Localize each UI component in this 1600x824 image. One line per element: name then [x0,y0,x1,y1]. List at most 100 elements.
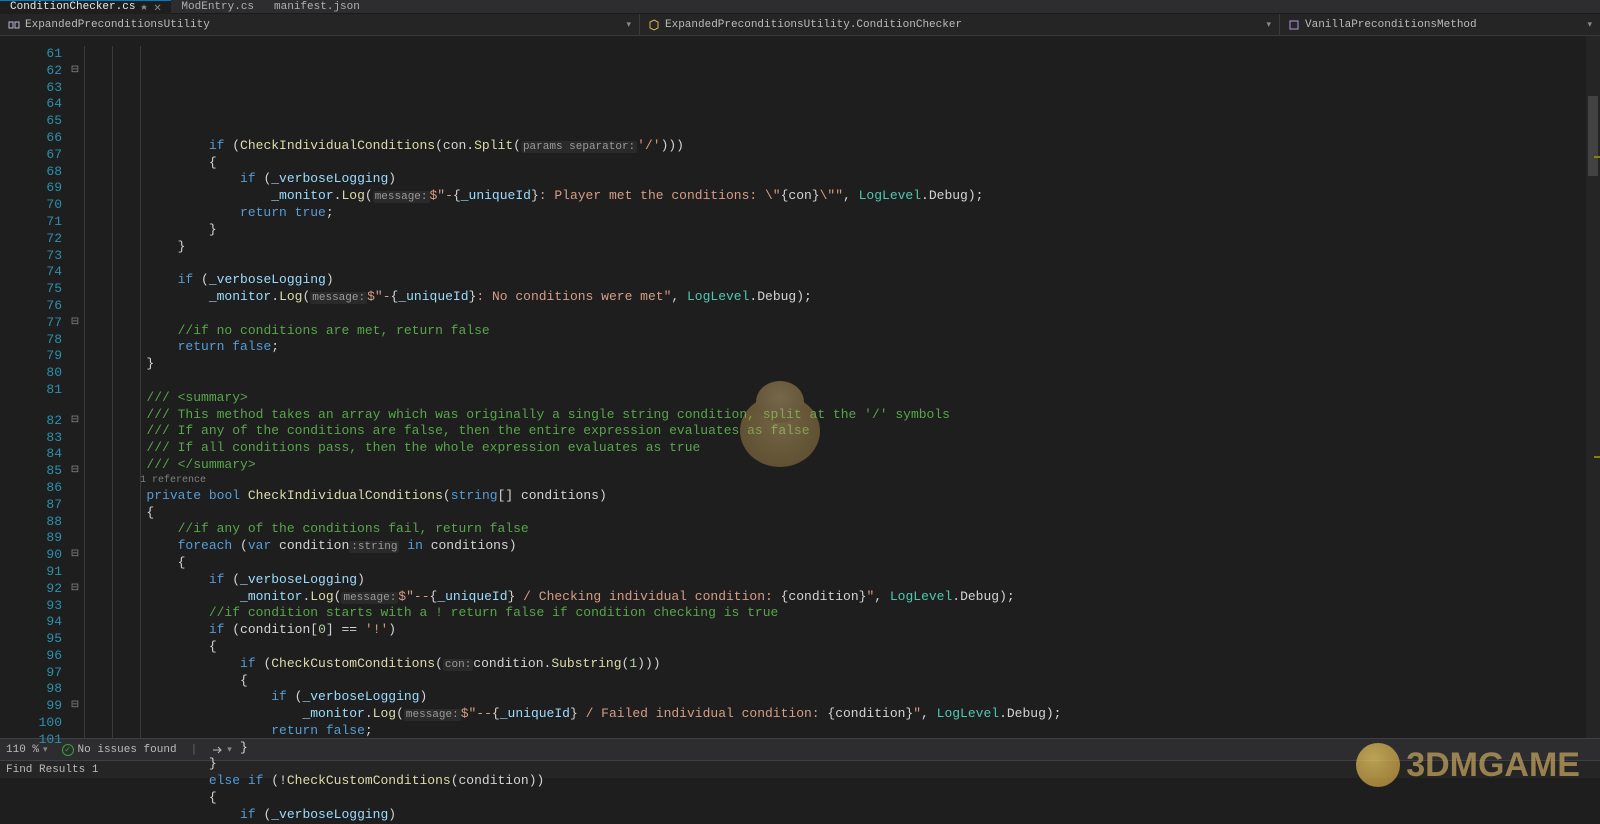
code-line[interactable]: _monitor.Log(message:$"--{_uniqueId} / F… [82,706,1600,723]
fold-toggle[interactable]: ⊟ [68,698,82,715]
line-number: 76 [0,298,68,315]
fold-toggle [68,130,82,147]
code-line[interactable]: /// </summary> [82,457,1600,474]
line-number: 68 [0,164,68,181]
line-number: 101 [0,732,68,749]
chevron-down-icon: ▾ [1266,20,1271,30]
code-line[interactable]: if (CheckCustomConditions(con:condition.… [82,656,1600,673]
fold-toggle [68,631,82,648]
code-content[interactable]: if (CheckIndividualConditions(con.Split(… [82,36,1600,738]
line-number: 63 [0,80,68,97]
editor-tabs: ConditionChecker.cs ✕ ModEntry.cs manife… [0,0,1600,14]
scroll-thumb[interactable] [1588,96,1598,176]
tab-manifest[interactable]: manifest.json [264,0,370,14]
code-line[interactable] [82,255,1600,272]
code-line[interactable] [82,373,1600,390]
fold-toggle[interactable]: ⊟ [68,413,82,430]
line-number: 93 [0,598,68,615]
code-line[interactable] [82,121,1600,138]
code-line[interactable]: /// If any of the conditions are false, … [82,423,1600,440]
code-line[interactable]: { [82,505,1600,522]
code-line[interactable]: _monitor.Log(message:$"-{_uniqueId}: Pla… [82,188,1600,205]
close-icon[interactable]: ✕ [153,3,161,11]
tab-label: manifest.json [274,0,360,14]
code-line[interactable]: //if condition starts with a ! return fa… [82,605,1600,622]
code-line[interactable]: if (CheckIndividualConditions(con.Split(… [82,138,1600,155]
code-line[interactable]: /// <summary> [82,390,1600,407]
line-number: 65 [0,113,68,130]
code-line[interactable]: //if any of the conditions fail, return … [82,521,1600,538]
breadcrumb-class[interactable]: ExpandedPreconditionsUtility.ConditionCh… [640,14,1280,35]
vertical-scrollbar[interactable] [1586,36,1600,738]
line-number: 82 [0,413,68,430]
codelens-reference[interactable]: 1 reference [82,474,1600,488]
code-line[interactable]: /// If all conditions pass, then the who… [82,440,1600,457]
fold-toggle [68,715,82,732]
line-number: 85 [0,463,68,480]
tab-conditionchecker[interactable]: ConditionChecker.cs ✕ [0,0,171,14]
breadcrumb-method[interactable]: VanillaPreconditionsMethod ▾ [1280,14,1600,35]
class-icon [648,19,660,31]
fold-toggle [68,480,82,497]
code-line[interactable]: private bool CheckIndividualConditions(s… [82,488,1600,505]
line-number: 75 [0,281,68,298]
fold-toggle [68,264,82,281]
fold-toggle [68,96,82,113]
code-editor[interactable]: 6162636465666768697071727374757677787980… [0,36,1600,738]
code-line[interactable]: { [82,555,1600,572]
fold-toggle [68,180,82,197]
fold-toggle [68,248,82,265]
tab-modentry[interactable]: ModEntry.cs [171,0,264,14]
line-number: 98 [0,681,68,698]
fold-toggle[interactable]: ⊟ [68,315,82,332]
fold-toggle [68,614,82,631]
code-line[interactable]: } [82,356,1600,373]
fold-toggle[interactable]: ⊟ [68,547,82,564]
code-line[interactable]: //if no conditions are met, return false [82,323,1600,340]
line-number: 67 [0,147,68,164]
code-line[interactable]: } [82,222,1600,239]
watermark-icon [1356,743,1400,787]
line-number: 97 [0,665,68,682]
code-line[interactable]: return true; [82,205,1600,222]
fold-toggle [68,514,82,531]
fold-toggle [68,598,82,615]
code-line[interactable]: foreach (var condition:string in conditi… [82,538,1600,555]
code-line[interactable]: if (condition[0] == '!') [82,622,1600,639]
fold-toggle[interactable]: ⊟ [68,581,82,598]
code-line[interactable]: _monitor.Log(message:$"--{_uniqueId} / C… [82,589,1600,606]
line-number: 77 [0,315,68,332]
fold-toggle[interactable]: ⊟ [68,463,82,480]
code-line[interactable]: { [82,155,1600,172]
fold-toggle [68,665,82,682]
fold-toggle [68,365,82,382]
code-line[interactable]: if (_verboseLogging) [82,572,1600,589]
code-line[interactable]: if (_verboseLogging) [82,689,1600,706]
code-line[interactable]: { [82,790,1600,807]
fold-toggle[interactable]: ⊟ [68,63,82,80]
line-number: 96 [0,648,68,665]
fold-toggle [68,497,82,514]
code-line[interactable]: if (_verboseLogging) [82,807,1600,824]
chevron-down-icon: ▾ [626,20,631,30]
pin-icon [141,4,147,10]
code-line[interactable]: if (_verboseLogging) [82,272,1600,289]
code-line[interactable]: return false; [82,339,1600,356]
fold-toggle [68,197,82,214]
fold-toggle [68,214,82,231]
code-line[interactable]: } [82,239,1600,256]
site-watermark: 3DMGAME [1356,743,1580,787]
code-line[interactable]: { [82,673,1600,690]
line-number: 69 [0,180,68,197]
line-number: 78 [0,332,68,349]
fold-toggle [68,46,82,63]
fold-toggle [68,382,82,399]
line-number: 79 [0,348,68,365]
code-line[interactable] [82,306,1600,323]
code-line[interactable]: /// This method takes an array which was… [82,407,1600,424]
code-line[interactable]: _monitor.Log(message:$"-{_uniqueId}: No … [82,289,1600,306]
breadcrumb-namespace[interactable]: ExpandedPreconditionsUtility ▾ [0,14,640,35]
code-line[interactable]: if (_verboseLogging) [82,171,1600,188]
code-line[interactable]: { [82,639,1600,656]
code-line[interactable]: return false; [82,723,1600,740]
